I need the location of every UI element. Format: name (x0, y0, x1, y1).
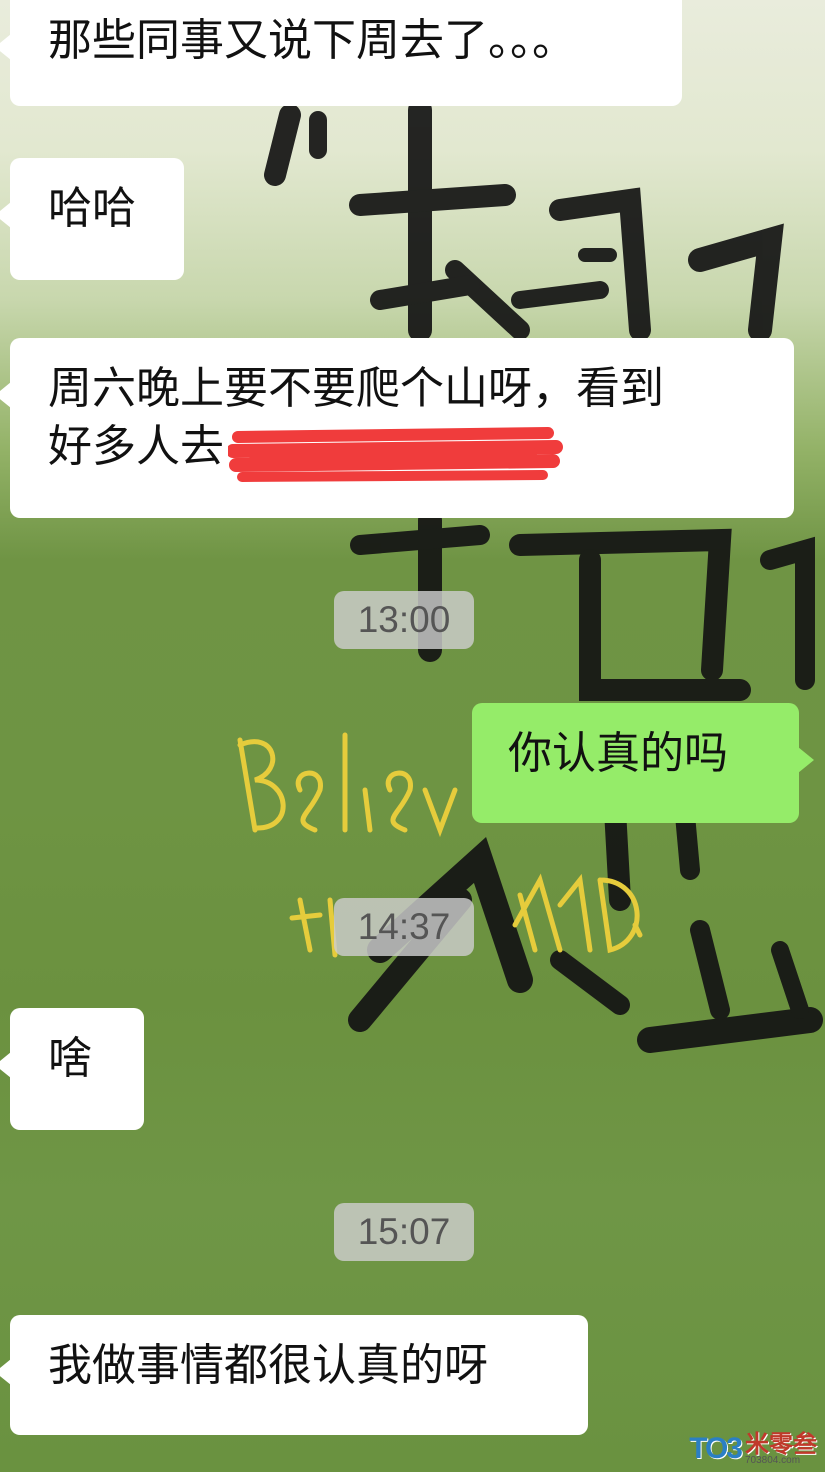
bubble-tail (0, 202, 11, 228)
bubble-tail (0, 1359, 11, 1385)
watermark-url: 703804.com (745, 1455, 801, 1466)
timestamp: 14:37 (334, 898, 474, 956)
redaction-scribble (228, 427, 563, 482)
message-text: 你认真的吗 (508, 728, 728, 779)
bubble-tail (0, 382, 11, 408)
message-text: 哈哈 (48, 183, 136, 234)
message-bubble-incoming[interactable]: 那些同事又说下周去了。。。 (0, 0, 682, 106)
chat-view[interactable]: 那些同事又说下周去了。。。 哈哈 周六晚上要不要爬个山呀，看到 好多人去 13:… (0, 0, 825, 1472)
site-watermark: TO3 米零叁 703804.com (689, 1432, 817, 1466)
timestamp: 13:00 (334, 591, 474, 649)
bubble-tail (0, 34, 11, 60)
message-bubble-outgoing[interactable]: 你认真的吗 (472, 703, 814, 823)
message-text: 啥 (48, 1033, 92, 1084)
message-bubble-incoming[interactable]: 啥 (0, 1008, 144, 1130)
bubble-tail (0, 1052, 11, 1078)
message-bubble-incoming[interactable]: 我做事情都很认真的呀 (0, 1315, 588, 1435)
message-bubble-incoming[interactable]: 哈哈 (0, 158, 184, 280)
message-text: 我做事情都很认真的呀 (48, 1340, 488, 1391)
watermark-name: 米零叁 (745, 1430, 817, 1458)
watermark-logo: TO3 (689, 1432, 743, 1465)
message-text: 那些同事又说下周去了。。。 (48, 15, 576, 66)
bubble-tail (798, 747, 814, 773)
timestamp: 15:07 (334, 1203, 474, 1261)
